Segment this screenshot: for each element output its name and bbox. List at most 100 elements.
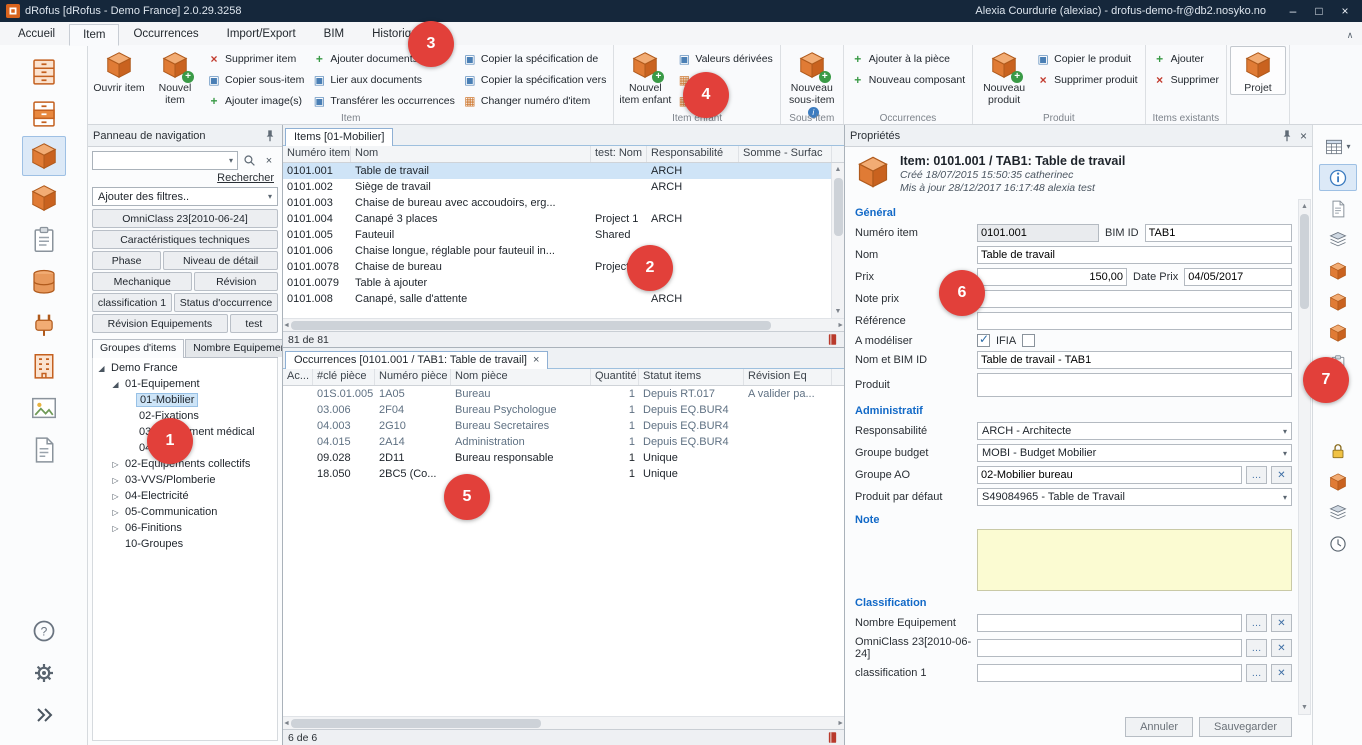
info-button[interactable] — [1319, 164, 1357, 191]
supprimer-button[interactable]: ×Supprimer — [1149, 69, 1223, 90]
filter-classification-1[interactable]: classification 1 — [92, 293, 172, 312]
table-row[interactable]: 0101.004Canapé 3 placesProject 1ARCH — [283, 211, 844, 227]
note-prix-input[interactable] — [977, 290, 1292, 308]
column-header-nom[interactable]: Nom — [351, 146, 591, 162]
filter-test[interactable]: test — [230, 314, 278, 333]
copier-le-produit-button[interactable]: ▣Copier le produit — [1032, 48, 1141, 69]
produit-input[interactable] — [977, 373, 1292, 397]
a-modeliser-checkbox[interactable] — [977, 334, 990, 347]
copier-la-specification-vers-button[interactable]: ▣Copier la spécification vers — [459, 69, 610, 90]
requirements-clipboard-button[interactable] — [22, 220, 66, 260]
table-row[interactable]: 03.0062F04Bureau Psychologue1Depuis EQ.B… — [283, 402, 844, 418]
ouvrir-item-button[interactable]: Ouvrir item — [91, 46, 147, 95]
tree-item-01-equipement[interactable]: ◢01-Equipement — [93, 376, 277, 392]
item-box-button[interactable] — [1319, 257, 1357, 284]
room-data-button[interactable] — [22, 94, 66, 134]
table-row[interactable]: 18.0502BC5 (Co...1Unique — [283, 466, 844, 482]
projet-button[interactable]: Projet — [1230, 46, 1286, 95]
ajouter-a-la-piece-button[interactable]: +Ajouter à la pièce — [847, 48, 969, 69]
tree-item-04[interactable]: 04-... — [93, 440, 277, 456]
tree-item-10-groupes[interactable]: 10-Groupes — [93, 536, 277, 552]
nouvel-item-button[interactable]: +Nouvel item — [147, 46, 203, 107]
date-prix-input[interactable] — [1184, 268, 1292, 286]
tree-item-04-electricite[interactable]: ▷04-Electricité — [93, 488, 277, 504]
table-row[interactable]: 0101.005FauteuilShared — [283, 227, 844, 243]
filter-revision[interactable]: Révision — [194, 272, 278, 291]
filter-revision-equipements[interactable]: Révision Equipements — [92, 314, 228, 333]
tree-expander-icon[interactable]: ◢ — [95, 364, 108, 373]
table-row[interactable]: 0101.003Chaise de bureau avec accoudoirs… — [283, 195, 844, 211]
search-input[interactable] — [95, 155, 227, 167]
filter-status-d-occurrence[interactable]: Status d'occurrence — [174, 293, 278, 312]
maximize-button[interactable]: □ — [1306, 4, 1332, 18]
copier-sous-item-button[interactable]: ▣Copier sous-item — [203, 69, 308, 90]
groupe-ao-input[interactable] — [977, 466, 1242, 484]
items-tab[interactable]: Items [01-Mobilier] — [285, 128, 393, 146]
ajouter-button[interactable]: +Ajouter — [1149, 48, 1223, 69]
derived-values-button[interactable] — [1319, 226, 1357, 253]
search-combobox[interactable]: ▾ — [92, 151, 238, 170]
tree-item-06-finitions[interactable]: ▷06-Finitions — [93, 520, 277, 536]
nom-input[interactable] — [977, 246, 1292, 264]
images-button[interactable] — [22, 388, 66, 428]
menu-tab-occurrences[interactable]: Occurrences — [119, 23, 212, 45]
filter-phase[interactable]: Phase — [92, 251, 161, 270]
items-vertical-scrollbar[interactable]: ▲ ▼ — [831, 163, 844, 318]
table-row[interactable]: 0101.008Canapé, salle d'attenteARCH — [283, 291, 844, 307]
pin-icon[interactable] — [263, 129, 277, 143]
group-stack-button[interactable] — [1319, 499, 1357, 526]
clear-field-icon[interactable]: ✕ — [1271, 466, 1292, 484]
layout-grid-button[interactable]: ▾ — [1319, 133, 1357, 160]
linked-box-button[interactable] — [1319, 468, 1357, 495]
tree-expander-icon[interactable]: ▷ — [109, 492, 122, 501]
minimize-button[interactable]: – — [1280, 4, 1306, 18]
systems-plug-button[interactable] — [22, 304, 66, 344]
menu-tab-import-export[interactable]: Import/Export — [213, 23, 310, 45]
history-clock-button[interactable] — [1319, 530, 1357, 557]
clear-search-icon[interactable]: × — [260, 152, 278, 170]
nouveau-composant-button[interactable]: +Nouveau composant — [847, 69, 969, 90]
supprimer-item-button[interactable]: ×Supprimer item — [203, 48, 308, 69]
transferer-les-occurrences-button[interactable]: ▣Transférer les occurrences — [308, 90, 459, 111]
browse-icon[interactable]: … — [1246, 614, 1267, 632]
clear-field-icon[interactable]: ✕ — [1271, 639, 1292, 657]
nouveau-produit-button[interactable]: +Nouveau produit — [976, 46, 1032, 107]
nombre-equipement-input[interactable] — [977, 614, 1242, 632]
column-header-nom-piece[interactable]: Nom pièce — [451, 369, 591, 385]
valeurs-derivees-button[interactable]: ▣Valeurs dérivées — [673, 48, 776, 69]
tree-expander-icon[interactable]: ▷ — [109, 460, 122, 469]
tree-item-02-fixations[interactable]: 02-Fixations — [93, 408, 277, 424]
tree-item-02-equipements-collectifs[interactable]: ▷02-Equipements collectifs — [93, 456, 277, 472]
supprimer-produit-button[interactable]: ×Supprimer produit — [1032, 69, 1141, 90]
tree-expander-icon[interactable]: ◢ — [109, 380, 122, 389]
clear-field-icon[interactable]: ✕ — [1271, 614, 1292, 632]
component-box-button[interactable] — [1319, 319, 1357, 346]
prix-input[interactable] — [977, 268, 1127, 286]
collapse-ribbon-icon[interactable]: ∧ — [1338, 30, 1362, 45]
table-row[interactable]: 0101.0078Chaise de bureauProject 1 — [283, 259, 844, 275]
nav-tab-groupes-d-items[interactable]: Groupes d'items — [92, 339, 184, 358]
products-button[interactable] — [22, 178, 66, 218]
nouvel-item-enfant-button[interactable]: +Nouvel item enfant — [617, 46, 673, 107]
column-header-revision-eq[interactable]: Révision Eq — [744, 369, 832, 385]
tree-expander-icon[interactable]: ▷ — [109, 476, 122, 485]
pin-icon[interactable] — [1280, 129, 1294, 143]
reference-input[interactable] — [977, 312, 1292, 330]
expand-chevrons-button[interactable] — [22, 700, 66, 730]
table-row[interactable]: 09.0282D11Bureau responsable1Unique — [283, 450, 844, 466]
nom-bim-input[interactable] — [977, 351, 1292, 369]
copier-la-specification-de-button[interactable]: ▣Copier la spécification de — [459, 48, 610, 69]
column-header-cle-piece[interactable]: #clé pièce — [313, 369, 375, 385]
table-row[interactable]: 0101.0079Table à ajouter — [283, 275, 844, 291]
occurrences-tab[interactable]: Occurrences [0101.001 / TAB1: Table de t… — [285, 351, 548, 369]
ajouter-documents-button[interactable]: +Ajouter documents — [308, 48, 459, 69]
devis-button[interactable]: ▦Devis — [673, 69, 776, 90]
filter-mechanique[interactable]: Mechanique — [92, 272, 192, 291]
bim-id-input[interactable] — [1145, 224, 1292, 242]
filter-omniclass-23-2010-06-24[interactable]: OmniClass 23[2010-06-24] — [92, 209, 278, 228]
filter-caracteristiques-techniques[interactable]: Caractéristiques techniques — [92, 230, 278, 249]
table-row[interactable]: 0101.006Chaise longue, réglable pour fau… — [283, 243, 844, 259]
occurrence-list-button[interactable] — [1319, 350, 1357, 377]
tree-item-demo-france[interactable]: ◢Demo France — [93, 360, 277, 376]
column-header-numero-item[interactable]: Numéro item — [283, 146, 351, 162]
